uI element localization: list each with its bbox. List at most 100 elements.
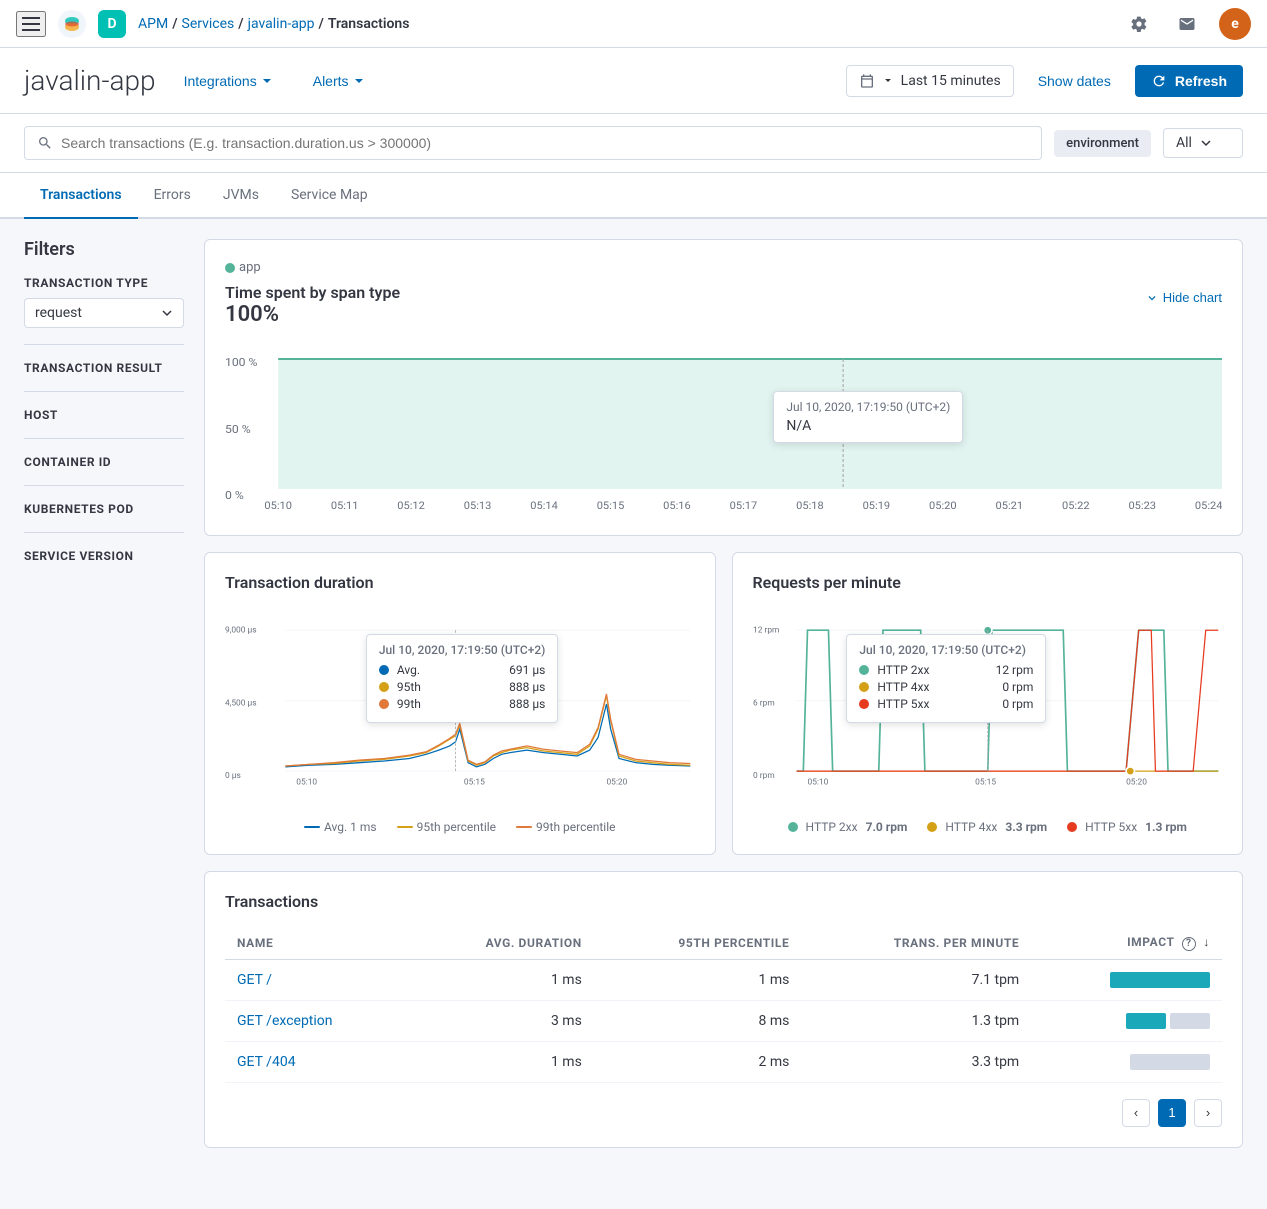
dur-tooltip-p95: 95th 888 μs (379, 680, 546, 694)
legend-p99-line (516, 826, 532, 828)
row-impact (1031, 959, 1222, 1000)
rpm-chart-title: Requests per minute (753, 573, 1223, 592)
rpm-chart-card: Requests per minute 12 rpm 6 rpm 0 rpm (732, 552, 1244, 855)
rpm-val-5xx: 0 rpm (1002, 697, 1033, 711)
span-tooltip-date: Jul 10, 2020, 17:19:50 (UTC+2) (786, 400, 950, 414)
row-p95: 8 ms (594, 1000, 802, 1041)
charts-area: app Time spent by span type 100% Hide ch… (204, 239, 1243, 1148)
transactions-table-card: Transactions Name Avg. duration 95th per… (204, 871, 1243, 1148)
row-name[interactable]: GET /404 (225, 1041, 409, 1082)
row-impact (1031, 1041, 1222, 1082)
tab-transactions[interactable]: Transactions (24, 173, 138, 219)
filter-transaction-type: TRANSACTION TYPE request (24, 276, 184, 328)
hamburger-menu[interactable] (16, 11, 46, 37)
rpm-tooltip-5xx: HTTP 5xx 0 rpm (859, 697, 1033, 711)
search-input[interactable] (61, 135, 1029, 151)
span-chart-header: app Time spent by span type 100% Hide ch… (225, 260, 1222, 335)
svg-text:50 %: 50 % (225, 423, 251, 436)
env-select[interactable]: All (1163, 128, 1243, 158)
hide-chart-button[interactable]: Hide chart (1145, 290, 1222, 305)
tab-service-map[interactable]: Service Map (275, 173, 384, 219)
col-impact: Impact ? ↓ (1031, 927, 1222, 959)
page-1-button[interactable]: 1 (1158, 1099, 1186, 1127)
tab-jvms[interactable]: JVMs (207, 173, 275, 219)
dur-dot-p99 (379, 699, 389, 709)
row-tpm: 1.3 tpm (801, 1000, 1031, 1041)
breadcrumb-services[interactable]: Services (182, 16, 235, 32)
rpm-dot-4xx (859, 682, 869, 692)
prev-page-button[interactable]: ‹ (1122, 1099, 1150, 1127)
svg-text:05:18: 05:18 (796, 500, 824, 511)
row-name[interactable]: GET /exception (225, 1000, 409, 1041)
header-actions: Last 15 minutes Show dates Refresh (846, 65, 1243, 97)
tabs-nav: Transactions Errors JVMs Service Map (0, 173, 1267, 219)
legend-p95: 95th percentile (397, 820, 496, 834)
rpm-legend-4xx: HTTP 4xx 3.3 rpm (927, 820, 1047, 834)
integrations-button[interactable]: Integrations (172, 65, 285, 97)
mail-icon-btn[interactable] (1171, 8, 1203, 40)
app-badge: D (98, 10, 126, 38)
settings-icon-btn[interactable] (1123, 8, 1155, 40)
dur-tooltip-p99: 99th 888 μs (379, 697, 546, 711)
dur-val-p99: 888 μs (509, 697, 545, 711)
next-page-button[interactable]: › (1194, 1099, 1222, 1127)
dur-dot-p95 (379, 682, 389, 692)
refresh-button[interactable]: Refresh (1135, 65, 1243, 97)
span-chart-title: Time spent by span type (225, 283, 400, 302)
duration-tooltip: Jul 10, 2020, 17:19:50 (UTC+2) Avg. 691 … (366, 634, 559, 723)
row-avg: 1 ms (409, 1041, 594, 1082)
impact-sort-icon[interactable]: ↓ (1203, 935, 1210, 949)
search-input-wrap[interactable] (24, 126, 1042, 160)
dur-val-avg: 691 μs (509, 663, 545, 677)
svg-text:05:20: 05:20 (1126, 777, 1147, 787)
charts-row: Transaction duration 9,000 μs 4,500 μs 0… (204, 552, 1243, 855)
rpm-val-2xx: 12 rpm (996, 663, 1034, 677)
rpm-legend-dot-5xx (1067, 822, 1077, 832)
row-tpm: 3.3 tpm (801, 1041, 1031, 1082)
col-name: Name (225, 927, 409, 959)
transaction-type-select[interactable]: request (24, 298, 184, 328)
page-header: javalin-app Integrations Alerts Last 15 … (0, 48, 1267, 114)
breadcrumb: APM / Services / javalin-app / Transacti… (138, 16, 409, 32)
alerts-button[interactable]: Alerts (301, 65, 377, 97)
rpm-legend-2xx: HTTP 2xx 7.0 rpm (788, 820, 908, 834)
svg-text:05:22: 05:22 (1062, 500, 1090, 511)
row-avg: 3 ms (409, 1000, 594, 1041)
svg-text:0 rpm: 0 rpm (753, 771, 775, 781)
impact-info-icon[interactable]: ? (1182, 937, 1196, 951)
user-avatar[interactable]: e (1219, 8, 1251, 40)
span-tooltip-value: N/A (786, 418, 950, 434)
env-label-badge: environment (1054, 130, 1151, 157)
svg-text:100 %: 100 % (225, 356, 257, 369)
main-content: Filters TRANSACTION TYPE request TRANSAC… (0, 219, 1267, 1168)
rpm-legend-5xx: HTTP 5xx 1.3 rpm (1067, 820, 1187, 834)
svg-text:0 μs: 0 μs (225, 771, 241, 781)
svg-text:9,000 μs: 9,000 μs (225, 626, 257, 636)
breadcrumb-current: Transactions (328, 16, 410, 32)
svg-text:05:15: 05:15 (975, 777, 996, 787)
svg-text:05:24: 05:24 (1195, 500, 1222, 511)
svg-text:0 %: 0 % (225, 489, 244, 502)
filter-transaction-type-label: TRANSACTION TYPE (24, 276, 184, 290)
time-range-picker[interactable]: Last 15 minutes (846, 65, 1014, 97)
filter-container-id-label: CONTAINER ID (24, 455, 184, 469)
transactions-table: Name Avg. duration 95th percentile Trans… (225, 927, 1222, 1083)
pagination: ‹ 1 › (225, 1099, 1222, 1127)
breadcrumb-javalin-app[interactable]: javalin-app (248, 16, 315, 32)
tab-errors[interactable]: Errors (138, 173, 207, 219)
span-type-chart-card: app Time spent by span type 100% Hide ch… (204, 239, 1243, 536)
svg-text:05:15: 05:15 (464, 777, 485, 787)
row-p95: 1 ms (594, 959, 802, 1000)
span-chart-tooltip: Jul 10, 2020, 17:19:50 (UTC+2) N/A (773, 391, 963, 443)
svg-text:05:10: 05:10 (807, 777, 828, 787)
svg-text:6 rpm: 6 rpm (753, 699, 775, 709)
duration-chart-card: Transaction duration 9,000 μs 4,500 μs 0… (204, 552, 716, 855)
show-dates-button[interactable]: Show dates (1026, 65, 1123, 97)
rpm-legend-dot-2xx (788, 822, 798, 832)
row-name[interactable]: GET / (225, 959, 409, 1000)
col-tpm: Trans. per minute (801, 927, 1031, 959)
row-p95: 2 ms (594, 1041, 802, 1082)
svg-text:4,500 μs: 4,500 μs (225, 699, 257, 709)
breadcrumb-apm[interactable]: APM (138, 16, 168, 32)
svg-text:05:23: 05:23 (1128, 500, 1156, 511)
